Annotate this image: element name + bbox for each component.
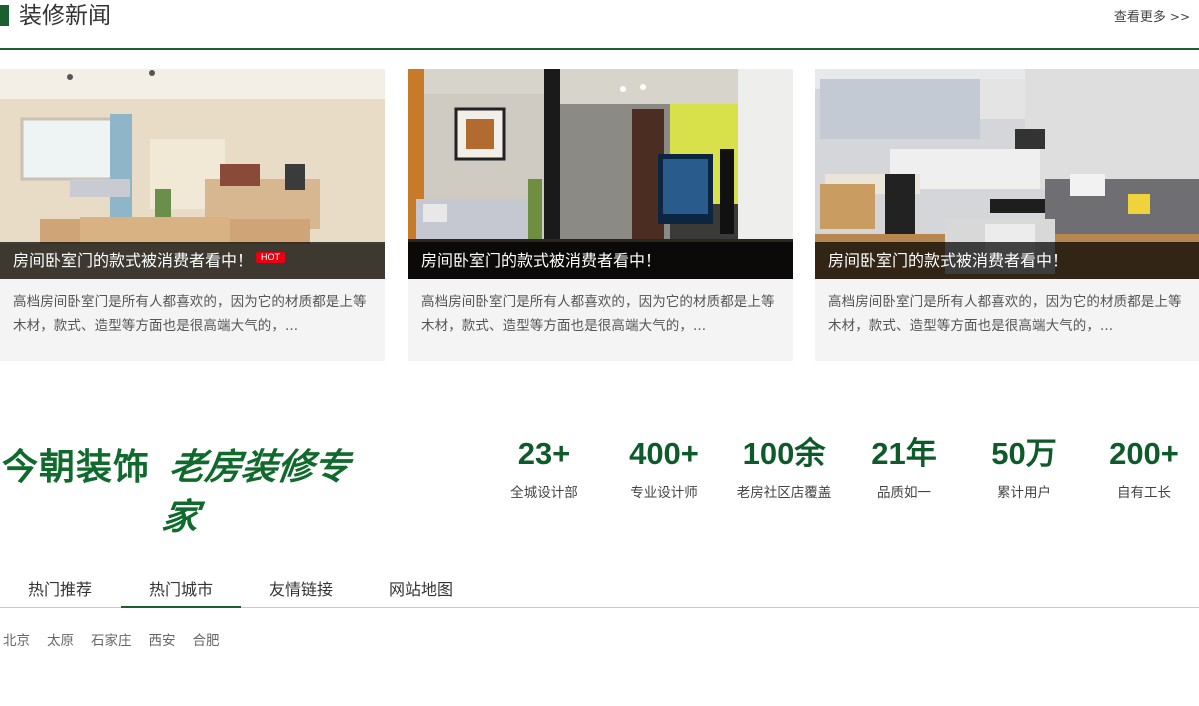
stat-value: 400+ <box>629 436 699 471</box>
hot-badge: HOT <box>256 252 286 263</box>
stat-value: 21年 <box>871 436 937 471</box>
stat-label: 老房社区店覆盖 <box>736 485 832 501</box>
stat-value: 200+ <box>1109 436 1179 471</box>
news-photo[interactable]: 房间卧室门的款式被消费者看中！ <box>815 69 1199 279</box>
news-card[interactable]: 房间卧室门的款式被消费者看中！ HOT 高档房间卧室门是所有人都喜欢的，因为它的材… <box>0 69 385 361</box>
news-caption[interactable]: 房间卧室门的款式被消费者看中！ <box>815 242 1199 279</box>
stat-label: 累计用户 <box>997 485 1051 501</box>
brand-name: 今朝装饰 <box>2 447 151 488</box>
news-photo[interactable]: 房间卧室门的款式被消费者看中！ <box>408 69 793 279</box>
stat-label: 品质如一 <box>877 485 931 501</box>
news-description: 高档房间卧室门是所有人都喜欢的，因为它的材质都是上等木材，款式、造型等方面也是很… <box>13 294 367 334</box>
city-link[interactable]: 西安 <box>149 633 176 649</box>
news-description: 高档房间卧室门是所有人都喜欢的，因为它的材质都是上等木材，款式、造型等方面也是很… <box>828 294 1182 334</box>
brand-logo: 今朝装饰 老房装修专家 <box>2 438 372 538</box>
stat-item: 400+ 专业设计师 <box>604 433 724 503</box>
stat-item: 100余 老房社区店覆盖 <box>724 433 844 503</box>
news-caption[interactable]: 房间卧室门的款式被消费者看中！ <box>408 242 793 279</box>
tab-site-map[interactable]: 网站地图 <box>361 575 481 608</box>
tab-hot-cities[interactable]: 热门城市 <box>121 575 241 608</box>
footer-tabs: 热门推荐 热门城市 友情链接 网站地图 <box>0 575 1199 608</box>
news-caption-text: 房间卧室门的款式被消费者看中！ <box>13 251 254 270</box>
double-chevron-right-icon: >> <box>1169 10 1190 24</box>
stat-item: 200+ 自有工长 <box>1084 433 1199 503</box>
stat-value: 100余 <box>742 436 826 471</box>
section-title: 装修新闻 <box>19 3 111 29</box>
section-header: 装修新闻 查看更多 >> <box>0 0 1199 50</box>
view-more-label: 查看更多 <box>1113 10 1166 25</box>
title-accent-bar <box>0 5 9 26</box>
stat-item: 21年 品质如一 <box>844 433 964 503</box>
city-link[interactable]: 石家庄 <box>91 633 132 649</box>
city-link[interactable]: 北京 <box>3 633 30 649</box>
tab-hot-recommend[interactable]: 热门推荐 <box>0 575 120 608</box>
stat-value: 23+ <box>517 436 571 471</box>
stat-label: 自有工长 <box>1117 485 1171 501</box>
stat-value: 50万 <box>991 436 1057 471</box>
news-caption-text: 房间卧室门的款式被消费者看中！ <box>421 251 662 270</box>
stat-label: 全城设计部 <box>510 485 578 501</box>
news-card[interactable]: 房间卧室门的款式被消费者看中！ 高档房间卧室门是所有人都喜欢的，因为它的材质都是… <box>408 69 793 361</box>
city-links: 北京 太原 石家庄 西安 合肥 <box>3 631 237 651</box>
stat-item: 23+ 全城设计部 <box>484 433 604 503</box>
brand-slogan: 老房装修专家 <box>159 446 353 538</box>
news-photo[interactable]: 房间卧室门的款式被消费者看中！ HOT <box>0 69 385 279</box>
stat-label: 专业设计师 <box>630 485 698 501</box>
stat-item: 50万 累计用户 <box>964 433 1084 503</box>
city-link[interactable]: 太原 <box>47 633 74 649</box>
news-description: 高档房间卧室门是所有人都喜欢的，因为它的材质都是上等木材，款式、造型等方面也是很… <box>421 294 775 334</box>
city-link[interactable]: 合肥 <box>193 633 220 649</box>
tab-friend-links[interactable]: 友情链接 <box>241 575 361 608</box>
news-caption-text: 房间卧室门的款式被消费者看中！ <box>828 251 1069 270</box>
news-card[interactable]: 房间卧室门的款式被消费者看中！ 高档房间卧室门是所有人都喜欢的，因为它的材质都是… <box>815 69 1199 361</box>
view-more-link[interactable]: 查看更多 >> <box>1114 7 1190 28</box>
news-caption[interactable]: 房间卧室门的款式被消费者看中！ HOT <box>0 242 385 279</box>
